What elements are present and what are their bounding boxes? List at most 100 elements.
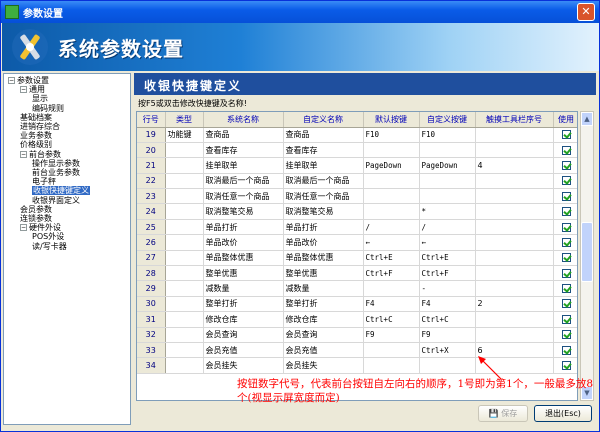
default-key-cell[interactable]: Ctrl+E — [363, 250, 420, 267]
type-cell[interactable] — [165, 188, 204, 205]
custom-key-cell[interactable]: Ctrl+F — [419, 265, 476, 282]
custom-key-cell[interactable]: / — [419, 219, 476, 236]
grid-scrollbar[interactable]: ▲ ▼ — [580, 111, 594, 401]
use-checkbox[interactable] — [561, 207, 571, 217]
system-name-cell[interactable]: 修改仓库 — [203, 311, 284, 328]
scroll-up-icon[interactable]: ▲ — [581, 112, 593, 126]
default-key-cell[interactable] — [363, 357, 420, 374]
touch-order-cell[interactable] — [475, 127, 554, 143]
touch-order-cell[interactable] — [475, 327, 554, 343]
table-row[interactable]: 29 减数量 减数量 - — [137, 280, 577, 297]
system-name-cell[interactable]: 取消最后一个商品 — [203, 173, 284, 190]
custom-name-cell[interactable]: 整单打折 — [283, 296, 364, 313]
custom-key-cell[interactable]: PageDown — [419, 157, 476, 174]
type-cell[interactable] — [165, 311, 204, 328]
default-key-cell[interactable]: Ctrl+C — [363, 311, 420, 328]
save-button[interactable]: 💾 保存 — [478, 405, 528, 422]
default-key-cell[interactable]: F9 — [363, 327, 420, 343]
custom-name-cell[interactable]: 取消最后一个商品 — [283, 173, 364, 190]
table-row[interactable]: 27 单品整体优惠 单品整体优惠 Ctrl+E Ctrl+E — [137, 250, 577, 267]
type-cell[interactable] — [165, 327, 204, 343]
custom-name-cell[interactable]: 取消整笔交易 — [283, 203, 364, 220]
use-checkbox[interactable] — [561, 361, 571, 371]
default-key-cell[interactable] — [363, 342, 420, 359]
default-key-cell[interactable] — [363, 280, 420, 297]
custom-name-cell[interactable]: 整单优惠 — [283, 265, 364, 282]
use-checkbox[interactable] — [561, 237, 571, 247]
touch-order-cell[interactable] — [475, 142, 554, 159]
default-key-cell[interactable]: F10 — [363, 127, 420, 143]
use-checkbox[interactable] — [561, 330, 571, 340]
type-cell[interactable] — [165, 157, 204, 174]
use-checkbox[interactable] — [561, 222, 571, 232]
table-row[interactable]: 26 单品改价 单品改价 ← ← — [137, 234, 577, 251]
custom-key-cell[interactable] — [419, 188, 476, 205]
touch-order-cell[interactable]: 4 — [475, 157, 554, 174]
system-name-cell[interactable]: 会员充值 — [203, 342, 284, 359]
type-cell[interactable] — [165, 342, 204, 359]
collapse-toggle-icon[interactable]: − — [20, 150, 27, 158]
default-key-cell[interactable]: Ctrl+F — [363, 265, 420, 282]
type-cell[interactable] — [165, 142, 204, 159]
custom-name-cell[interactable]: 会员查询 — [283, 327, 364, 343]
custom-key-cell[interactable]: F4 — [419, 296, 476, 313]
custom-name-cell[interactable]: 取消任意一个商品 — [283, 188, 364, 205]
touch-order-cell[interactable] — [475, 219, 554, 236]
touch-order-cell[interactable] — [475, 173, 554, 190]
custom-name-cell[interactable]: 查商品 — [283, 127, 364, 143]
custom-key-cell[interactable]: ← — [419, 234, 476, 251]
table-row[interactable]: 31 修改仓库 修改仓库 Ctrl+C Ctrl+C — [137, 311, 577, 328]
use-checkbox[interactable] — [561, 299, 571, 309]
tree-item[interactable]: 读/写卡器 — [32, 242, 67, 252]
touch-order-cell[interactable] — [475, 311, 554, 328]
custom-name-cell[interactable]: 会员挂失 — [283, 357, 364, 374]
system-name-cell[interactable]: 会员挂失 — [203, 357, 284, 374]
custom-name-cell[interactable]: 单品打折 — [283, 219, 364, 236]
default-key-cell[interactable]: PageDown — [363, 157, 420, 174]
use-checkbox[interactable] — [561, 253, 571, 263]
custom-key-cell[interactable]: Ctrl+X — [419, 342, 476, 359]
column-header[interactable]: 行号 — [137, 112, 166, 128]
column-header[interactable]: 自定义按键 — [419, 112, 476, 128]
system-name-cell[interactable]: 挂单取单 — [203, 157, 284, 174]
touch-order-cell[interactable]: 2 — [475, 296, 554, 313]
use-checkbox[interactable] — [561, 130, 571, 140]
custom-key-cell[interactable] — [419, 357, 476, 374]
column-header[interactable]: 默认按键 — [363, 112, 420, 128]
custom-name-cell[interactable]: 会员充值 — [283, 342, 364, 359]
close-button[interactable]: ✕ — [577, 3, 595, 21]
table-row[interactable]: 25 单品打折 单品打折 / / — [137, 219, 577, 236]
column-header[interactable]: 触摸工具栏序号 — [475, 112, 554, 128]
use-checkbox[interactable] — [561, 345, 571, 355]
system-name-cell[interactable]: 查看库存 — [203, 142, 284, 159]
default-key-cell[interactable] — [363, 188, 420, 205]
collapse-toggle-icon[interactable]: − — [20, 224, 27, 232]
default-key-cell[interactable]: / — [363, 219, 420, 236]
collapse-toggle-icon[interactable]: − — [20, 86, 27, 94]
column-header[interactable]: 使用 — [553, 112, 577, 128]
type-cell[interactable] — [165, 219, 204, 236]
column-header[interactable]: 自定义名称 — [283, 112, 364, 128]
title-bar[interactable]: 参数设置 ✕ — [1, 1, 599, 23]
type-cell[interactable] — [165, 234, 204, 251]
touch-order-cell[interactable] — [475, 280, 554, 297]
use-checkbox[interactable] — [561, 268, 571, 278]
default-key-cell[interactable]: F4 — [363, 296, 420, 313]
type-cell[interactable]: 功能键 — [165, 127, 204, 143]
use-checkbox[interactable] — [561, 145, 571, 155]
custom-name-cell[interactable]: 减数量 — [283, 280, 364, 297]
table-row[interactable]: 30 整单打折 整单打折 F4 F4 2 — [137, 296, 577, 313]
system-name-cell[interactable]: 取消任意一个商品 — [203, 188, 284, 205]
default-key-cell[interactable] — [363, 203, 420, 220]
touch-order-cell[interactable]: 6 — [475, 342, 554, 359]
table-row[interactable]: 33 会员充值 会员充值 Ctrl+X 6 — [137, 342, 577, 359]
custom-name-cell[interactable]: 单品改价 — [283, 234, 364, 251]
table-row[interactable]: 23 取消任意一个商品 取消任意一个商品 — [137, 188, 577, 205]
type-cell[interactable] — [165, 265, 204, 282]
custom-key-cell[interactable]: - — [419, 280, 476, 297]
type-cell[interactable] — [165, 250, 204, 267]
system-name-cell[interactable]: 整单优惠 — [203, 265, 284, 282]
type-cell[interactable] — [165, 357, 204, 374]
use-checkbox[interactable] — [561, 191, 571, 201]
use-checkbox[interactable] — [561, 160, 571, 170]
